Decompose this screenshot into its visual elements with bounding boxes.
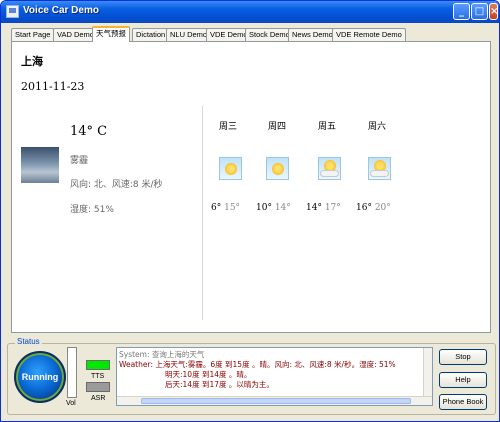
forecast-low: 14° [306,203,322,213]
forecast-range: 10° 14° [256,203,291,213]
humidity-info: 湿度: 51% [70,205,114,215]
current-temperature: 14° C [70,124,108,139]
status-label: Status [15,337,42,346]
sunny-icon [266,157,289,180]
running-label: Running [21,372,59,382]
weather-date: 2011-11-23 [21,80,85,93]
tts-label: TTS [91,373,105,380]
panel-divider [202,106,203,320]
tts-indicator [86,360,110,370]
scrollbar-thumb[interactable] [141,398,411,404]
sunny-icon [219,157,242,180]
forecast-high: 20° [374,203,391,213]
log-vertical-scrollbar[interactable] [423,348,432,396]
app-window: Voice Car Demo _ □ × Start Page VAD Demo… [0,0,500,422]
log-horizontal-scrollbar[interactable] [117,396,432,405]
volume-label: Vol [66,400,76,407]
forecast-range: 6° 15° [211,203,240,213]
forecast-low: 16° [356,203,372,213]
forecast-range: 14° 17° [306,203,341,213]
forecast-day: 周三 [219,122,238,132]
partly-cloudy-icon [318,157,341,180]
tab-vde-remote-demo[interactable]: VDE Remote Demo [332,28,406,42]
forecast-high: 15° [224,203,241,213]
volume-meter [67,347,77,398]
stop-button[interactable]: Stop [439,349,487,365]
phone-book-button[interactable]: Phone Book [439,394,487,410]
log-line: Weather: 上海天气:雾霾。6度 到15度 。晴。风向: 北、风速:8 米… [119,360,396,369]
tab-stock-demo[interactable]: Stock Demo [245,28,294,42]
haze-icon [21,147,59,183]
forecast-low: 10° [256,203,272,213]
log-line: 后天:14度 到17度 。以晴为主。 [165,380,274,389]
minimize-button[interactable]: _ [453,3,470,20]
wind-info: 风向: 北、风速:8 米/秒 [70,180,163,190]
log-output[interactable]: System: 查询上海的天气 Weather: 上海天气:雾霾。6度 到15度… [116,347,433,406]
asr-label: ASR [91,395,106,402]
running-indicator[interactable]: Running [14,351,66,403]
forecast-high: 14° [274,203,291,213]
tab-nlu-demo[interactable]: NLU Demo [166,28,212,42]
window-title: Voice Car Demo [23,5,99,16]
forecast-day: 周五 [318,122,337,132]
city-name: 上海 [21,55,43,68]
forecast-range: 16° 20° [356,203,391,213]
partly-cloudy-icon [368,157,391,180]
forecast-day: 周四 [268,122,287,132]
app-icon [6,5,19,18]
title-bar[interactable]: Voice Car Demo _ □ × [1,1,499,23]
tab-news-demo[interactable]: News Demo [288,28,337,42]
asr-indicator [86,382,110,392]
close-button[interactable]: × [489,3,498,20]
weather-panel: 上海 2011-11-23 14° C 雾霾 风向: 北、风速:8 米/秒 湿度… [11,41,491,333]
forecast-low: 6° [211,203,222,213]
help-button[interactable]: Help [439,372,487,388]
forecast-high: 17° [324,203,341,213]
tab-dictation[interactable]: Dictation [132,28,170,42]
maximize-button[interactable]: □ [471,3,488,20]
tab-weather[interactable]: 天气预报 [92,26,130,42]
forecast-day: 周六 [368,122,387,132]
current-condition: 雾霾 [70,156,89,166]
tab-start-page[interactable]: Start Page [11,28,55,42]
